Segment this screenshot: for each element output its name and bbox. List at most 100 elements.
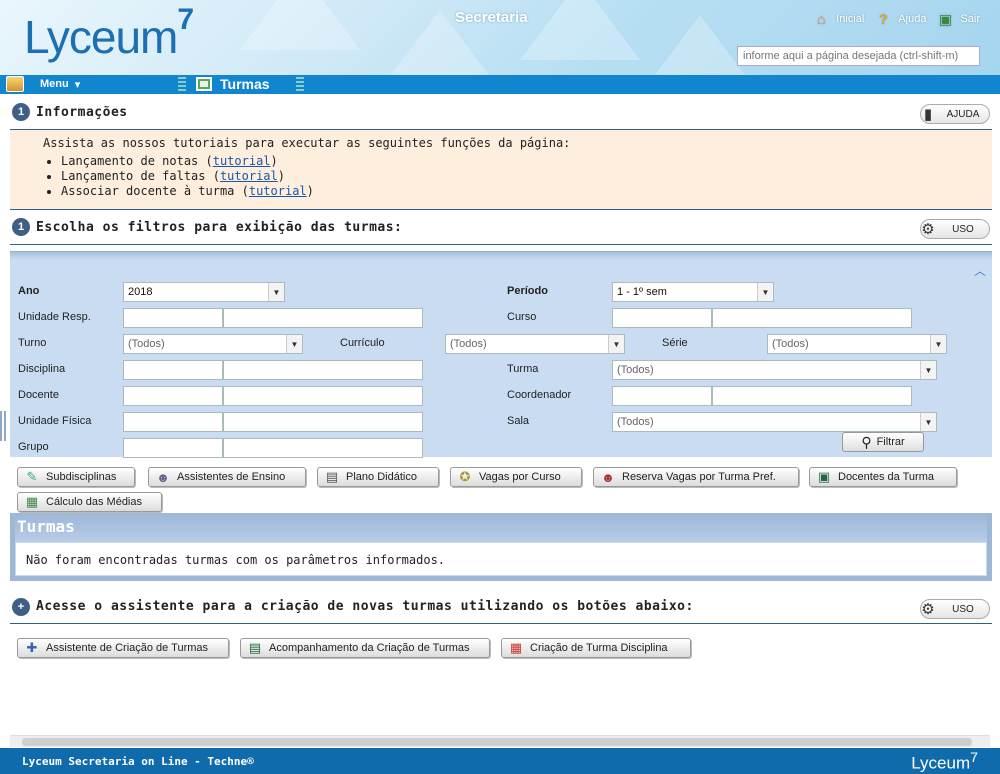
tutorial-link[interactable]: tutorial	[213, 154, 271, 168]
unidade-resp-name-input[interactable]	[223, 308, 423, 328]
magnifier-icon: ⚲	[861, 433, 872, 450]
info-intro: Assista as nossos tutoriais para executa…	[43, 136, 571, 150]
vagas-icon: ✪	[459, 469, 471, 484]
header-decoration	[520, 0, 640, 60]
uso-button-label: USO	[952, 603, 974, 615]
help-button-label: AJUDA	[946, 108, 980, 120]
calculo-medias-button[interactable]: ▦ Cálculo das Médias	[17, 492, 162, 512]
reserva-vagas-button[interactable]: ☻ Reserva Vagas por Turma Pref.	[593, 467, 799, 487]
unidade-fisica-label: Unidade Física	[18, 415, 92, 427]
footer-logo: Lyceum7	[911, 750, 978, 773]
serie-label: Série	[662, 337, 688, 349]
plano-didatico-button[interactable]: ▤ Plano Didático	[317, 467, 439, 487]
scrollbar-thumb[interactable]	[22, 738, 972, 746]
ano-select[interactable]: 2018 ▼	[123, 282, 285, 302]
acompanhamento-criacao-button[interactable]: ▤ Acompanhamento da Criação de Turmas	[240, 638, 490, 658]
grupo-name-input[interactable]	[223, 438, 423, 458]
section-number-badge: 1	[12, 103, 30, 121]
panel-strip	[10, 252, 992, 260]
unidade-fisica-code-input[interactable]	[123, 412, 223, 432]
home-icon: ⌂	[816, 11, 826, 27]
grupo-code-input[interactable]	[123, 438, 223, 458]
main-content: 1 Informações ▮ AJUDA Assista as nossos …	[10, 95, 992, 664]
gear-icon: ⚙	[921, 221, 935, 238]
uso-button[interactable]: ⚙ USO	[920, 219, 990, 239]
serie-select[interactable]: (Todos) ▼	[767, 334, 947, 354]
tutorial-link[interactable]: tutorial	[249, 184, 307, 198]
disciplina-code-input[interactable]	[123, 360, 223, 380]
assistente-criacao-button[interactable]: ✚ Assistente de Criação de Turmas	[17, 638, 229, 658]
filters-panel: ︿ Ano 2018 ▼ Período 1 - 1º sem ▼ Unidade …	[10, 251, 992, 458]
document-icon: ▤	[325, 469, 339, 484]
wizard-icon: ✚	[26, 640, 38, 655]
assistentes-ensino-button[interactable]: ☻ Assistentes de Ensino	[148, 467, 306, 487]
sala-select[interactable]: (Todos) ▼	[612, 412, 937, 432]
curso-label: Curso	[507, 311, 537, 323]
turno-select[interactable]: (Todos) ▼	[123, 334, 303, 354]
chevron-down-icon: ▼	[608, 335, 624, 353]
list-item: Associar docente à turma (tutorial)	[61, 184, 959, 199]
nav-bar: Menu ▾ Turmas	[0, 75, 1000, 94]
vagas-curso-button[interactable]: ✪ Vagas por Curso	[450, 467, 582, 487]
module-title: Secretaria	[455, 9, 528, 26]
app-footer: Lyceum Secretaria on Line - Techne® Lyce…	[0, 748, 1000, 774]
docente-name-input[interactable]	[223, 386, 423, 406]
horizontal-scrollbar[interactable]	[10, 735, 990, 747]
exit-link[interactable]: ▣ Sair	[936, 10, 980, 28]
menu-icon	[6, 76, 24, 92]
teacher-icon: ▣	[817, 469, 831, 484]
page-title: Turmas	[196, 76, 270, 92]
turmas-panel: Turmas Não foram encontradas turmas com …	[10, 513, 992, 581]
turma-label: Turma	[507, 363, 539, 375]
coordenador-name-input[interactable]	[712, 386, 912, 406]
curriculo-label: Currículo	[340, 337, 385, 349]
app-header: Lyceum7 Secretaria ⌂ Inicial ? Ajuda ▣ Sair	[0, 0, 1000, 75]
filtrar-button[interactable]: ⚲ Filtrar	[842, 432, 924, 452]
report-icon: ▤	[248, 640, 262, 655]
curso-code-input[interactable]	[612, 308, 712, 328]
turma-select[interactable]: (Todos) ▼	[612, 360, 937, 380]
sala-label: Sala	[507, 415, 530, 427]
grip-handle[interactable]	[178, 77, 186, 91]
collapse-icon[interactable]: ︿	[974, 262, 986, 279]
help-link[interactable]: ? Ajuda	[874, 10, 926, 28]
turmas-empty-message: Não foram encontradas turmas com os parâ…	[15, 542, 987, 576]
periodo-label: Período	[507, 285, 548, 297]
app-logo[interactable]: Lyceum7	[24, 3, 194, 64]
grip-handle[interactable]	[296, 77, 304, 91]
docentes-turma-button[interactable]: ▣ Docentes da Turma	[809, 467, 957, 487]
criacao-turma-disciplina-button[interactable]: ▦ Criação de Turma Disciplina	[501, 638, 691, 658]
chevron-down-icon: ▼	[268, 283, 284, 301]
subdisciplinas-button[interactable]: ✎ Subdisciplinas	[17, 467, 135, 487]
page-search-input[interactable]	[737, 46, 980, 66]
side-panel-handle[interactable]	[0, 411, 8, 441]
help-icon: ?	[879, 11, 888, 27]
unidade-resp-label: Unidade Resp.	[18, 311, 91, 323]
tutorial-link[interactable]: tutorial	[220, 169, 278, 183]
unidade-resp-code-input[interactable]	[123, 308, 223, 328]
periodo-select[interactable]: 1 - 1º sem ▼	[612, 282, 774, 302]
turno-label: Turno	[18, 337, 47, 349]
group-icon: ☻	[601, 469, 615, 485]
class-icon: ▦	[509, 640, 523, 655]
list-item: Lançamento de notas (tutorial)	[61, 154, 959, 169]
coordenador-code-input[interactable]	[612, 386, 712, 406]
tutorial-list: Lançamento de notas (tutorial) Lançament…	[61, 154, 959, 199]
info-box: Assista as nossos tutoriais para executa…	[10, 130, 992, 210]
docente-code-input[interactable]	[123, 386, 223, 406]
curriculo-select[interactable]: (Todos) ▼	[445, 334, 625, 354]
action-buttons: ✎ Subdisciplinas ☻ Assistentes de Ensino ▤…	[10, 457, 992, 517]
exit-icon: ▣	[938, 10, 953, 27]
disciplina-name-input[interactable]	[223, 360, 423, 380]
help-button[interactable]: ▮ AJUDA	[920, 104, 990, 124]
chevron-down-icon: ▼	[757, 283, 773, 301]
info-section-title: Informações	[36, 104, 128, 120]
unidade-fisica-name-input[interactable]	[223, 412, 423, 432]
chevron-down-icon: ▼	[920, 413, 936, 431]
home-link[interactable]: ⌂ Inicial	[812, 10, 864, 28]
subdisciplinas-icon: ✎	[26, 469, 38, 484]
uso-button[interactable]: ⚙ USO	[920, 599, 990, 619]
curso-name-input[interactable]	[712, 308, 912, 328]
chevron-down-icon: ▼	[930, 335, 946, 353]
menu-button[interactable]: Menu ▾	[6, 76, 80, 92]
